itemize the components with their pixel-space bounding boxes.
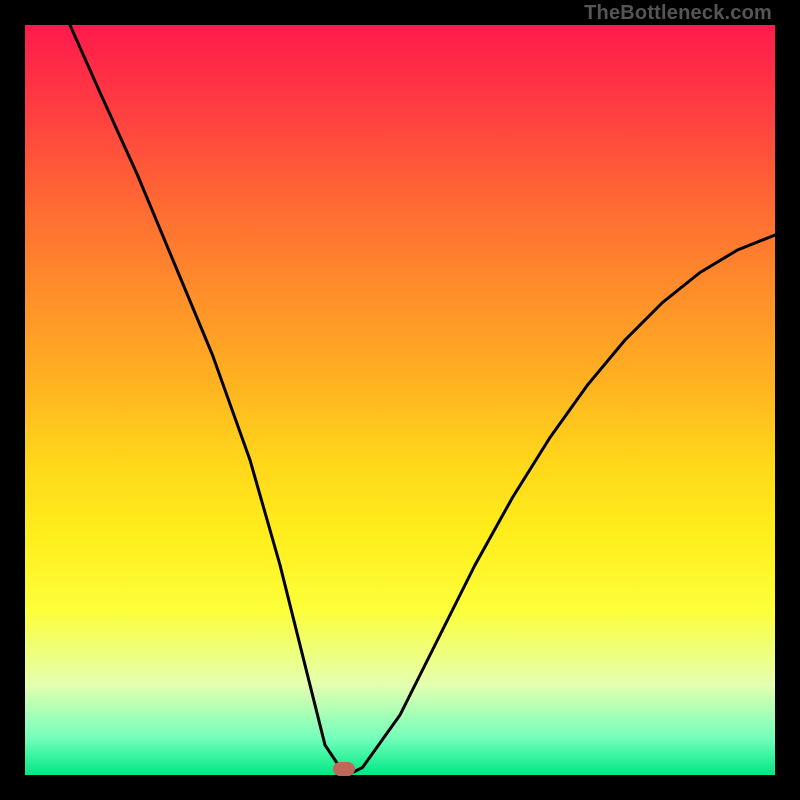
watermark-text: TheBottleneck.com: [584, 2, 772, 25]
bottleneck-curve: [25, 25, 775, 775]
chart-frame: TheBottleneck.com: [0, 0, 800, 800]
optimal-point-marker: [333, 762, 355, 776]
